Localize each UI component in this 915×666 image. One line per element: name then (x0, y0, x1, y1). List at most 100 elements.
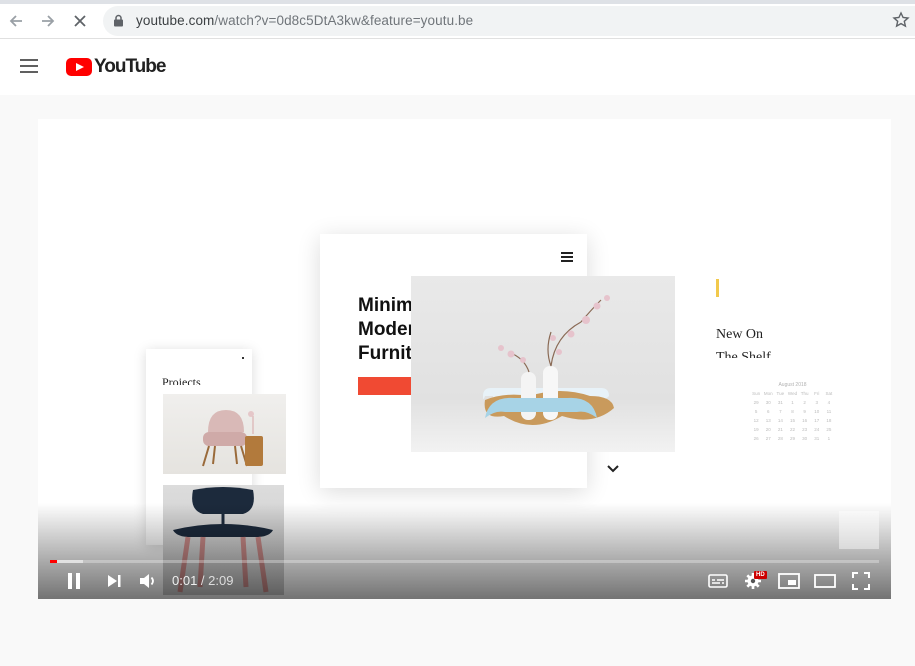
vase-image (411, 276, 675, 452)
video-player[interactable]: Projects Minimal & Modern Furniture. New… (38, 119, 891, 599)
calendar-day: 16 (802, 418, 808, 423)
calendar-day: 30 (802, 436, 808, 441)
calendar-day: 14 (777, 418, 783, 423)
calendar-day: 29 (789, 436, 795, 441)
youtube-header: YouTube (0, 39, 915, 95)
calendar-day: 19 (753, 427, 759, 432)
calendar-day: 1 (791, 400, 794, 405)
calendar-day: 27 (765, 436, 771, 441)
calendar-day: 5 (754, 409, 758, 414)
hamburger-icon-bar (20, 71, 38, 73)
pause-icon (68, 573, 80, 589)
hd-badge: HD (754, 571, 767, 579)
calendar-day: 7 (779, 409, 782, 414)
time-separator: / (197, 573, 209, 588)
blue-chair-back (485, 397, 597, 418)
browser-toolbar: youtube.com/watch?v=0d8c5DtA3kw&feature=… (0, 4, 915, 39)
youtube-logo[interactable]: YouTube (66, 56, 166, 78)
calendar-day-header: Wed (787, 391, 798, 396)
menu-button[interactable] (20, 59, 40, 75)
url-text: youtube.com/watch?v=0d8c5DtA3kw&feature=… (136, 13, 473, 28)
calendar-day: 10 (814, 409, 820, 414)
progress-bar[interactable] (50, 560, 879, 563)
calendar-widget: August 2018 Sun Mon Tue Wed Thu Fri Sat 29 30 31 1… (750, 382, 835, 462)
calendar-day: 13 (765, 418, 771, 423)
calendar-day: 1 (827, 436, 831, 441)
calendar-title: August 2018 (778, 382, 807, 388)
pink-armchair-image (163, 394, 286, 474)
subtitles-button[interactable] (706, 571, 730, 591)
calendar-day: 12 (753, 418, 759, 423)
lock-icon (114, 14, 123, 27)
calendar-day-header: Thu (800, 391, 809, 396)
calendar-day: 15 (789, 418, 795, 423)
calendar-day-header: Sun (752, 391, 761, 396)
calendar-day: 29 (753, 400, 759, 405)
armchair-illustration (202, 410, 263, 467)
logo-text: YouTube (94, 56, 166, 77)
calendar-day: 31 (777, 400, 783, 405)
calendar-day: 8 (791, 409, 794, 414)
mute-button[interactable] (136, 571, 160, 591)
calendar-day: 23 (802, 427, 808, 432)
fullscreen-button[interactable] (849, 571, 873, 591)
calendar-day: 3 (815, 400, 819, 405)
calendar-day: 25 (826, 427, 832, 432)
chevron-down-icon (607, 465, 619, 473)
volume-icon (140, 574, 154, 588)
projects-title: Projects (162, 375, 201, 385)
calendar-day: 4 (827, 400, 831, 405)
calendar-day: 2 (803, 400, 806, 405)
address-bar[interactable]: youtube.com/watch?v=0d8c5DtA3kw&feature=… (103, 6, 915, 36)
calendar-day: 22 (789, 427, 795, 432)
calendar-day: 17 (814, 418, 820, 423)
url-path: /watch?v=0d8c5DtA3kw&feature=youtu.be (214, 13, 474, 28)
calendar-day: 28 (777, 436, 783, 441)
skip-next-icon (108, 575, 121, 587)
hamburger-icon-bar (20, 59, 38, 61)
stop-loading-button[interactable] (70, 11, 90, 31)
calendar-day-header: Tue (776, 391, 785, 396)
arrow-right-icon (42, 15, 55, 27)
forward-button[interactable] (38, 11, 58, 31)
arrow-left-icon (9, 15, 22, 27)
calendar-day-header: Fri (814, 391, 820, 396)
close-icon (74, 15, 86, 27)
calendar-day-header: Mon (763, 391, 773, 396)
overlay-corner-box (839, 511, 879, 549)
card-menu-icon (561, 252, 573, 264)
bookmark-star-icon[interactable] (892, 11, 910, 29)
calendar-day-header: Sat (825, 391, 833, 396)
vase-illustration (483, 295, 614, 425)
url-domain: youtube.com (136, 13, 215, 28)
time-display: 0:01 / 2:09 (172, 573, 233, 588)
miniplayer-button[interactable] (777, 571, 801, 591)
youtube-play-logo-icon (66, 58, 92, 76)
accent-bar (716, 279, 719, 297)
calendar-day: 26 (753, 436, 759, 441)
calendar-day: 24 (814, 427, 820, 432)
pause-button[interactable] (62, 571, 86, 591)
current-time: 0:01 (172, 573, 198, 588)
hamburger-icon-bar (20, 65, 38, 67)
calendar-day: 11 (826, 409, 832, 414)
fullscreen-icon (852, 572, 870, 590)
calendar-day: 18 (826, 418, 832, 423)
theater-mode-button[interactable] (813, 571, 837, 591)
duration: 2:09 (208, 573, 234, 588)
back-button[interactable] (6, 11, 26, 31)
progress-played (50, 560, 57, 563)
calendar-day: 20 (765, 427, 771, 432)
calendar-grid: Sun Mon Tue Wed Thu Fri Sat 29 30 31 1 2 3 4 5 6 7 8 9 10 11… (750, 391, 835, 441)
hero-cta-shape (358, 377, 414, 395)
next-button[interactable] (102, 571, 126, 591)
video-frame: Projects Minimal & Modern Furniture. New… (38, 119, 891, 599)
side-heading-2: The Shelf (716, 350, 771, 358)
captions-icon (708, 574, 728, 588)
calendar-day: 30 (765, 400, 771, 405)
calendar-day: 31 (814, 436, 820, 441)
calendar-day: 9 (803, 409, 806, 414)
card-dot (242, 357, 244, 359)
calendar-day: 6 (766, 409, 770, 414)
theater-mode-icon (814, 574, 836, 588)
